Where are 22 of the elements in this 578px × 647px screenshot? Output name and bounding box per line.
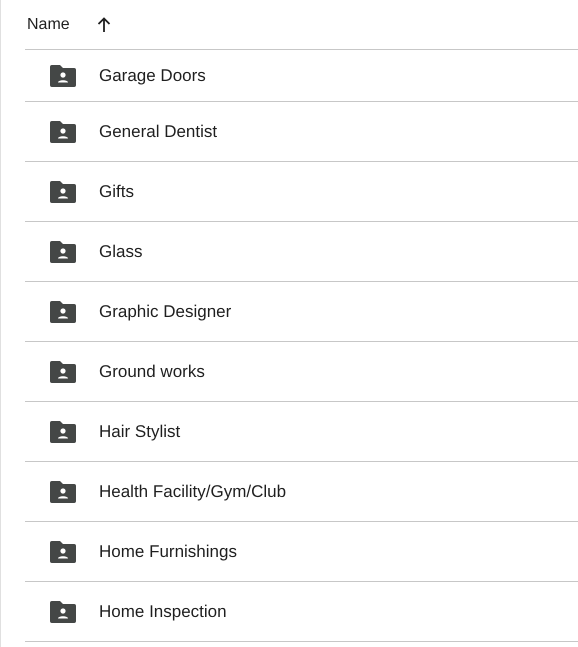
shared-folder-icon — [50, 360, 76, 382]
folder-name[interactable]: General Dentist — [99, 122, 218, 142]
shared-folder-icon — [50, 120, 76, 142]
sort-arrow-icon[interactable] — [96, 16, 112, 32]
folder-name[interactable]: Health Facility/Gym/Club — [99, 482, 286, 502]
shared-folder-icon — [50, 420, 76, 442]
folder-name[interactable]: Graphic Designer — [99, 302, 232, 322]
folder-name[interactable]: Gifts — [99, 182, 134, 202]
shared-folder-icon — [50, 600, 76, 622]
folder-name[interactable]: Glass — [99, 242, 142, 262]
column-header[interactable]: Name — [27, 16, 70, 34]
folder-name[interactable]: Home Furnishings — [99, 542, 237, 562]
shared-folder-icon — [50, 180, 76, 202]
folder-name[interactable]: Ground works — [99, 362, 205, 382]
shared-folder-icon — [50, 64, 76, 86]
shared-folder-icon — [50, 300, 76, 322]
folder-name[interactable]: Garage Doors — [99, 66, 206, 86]
folder-name[interactable]: Home Inspection — [99, 602, 227, 622]
shared-folder-icon — [50, 480, 76, 502]
shared-folder-icon — [50, 540, 76, 562]
shared-folder-icon — [50, 240, 76, 262]
folder-name[interactable]: Hair Stylist — [99, 422, 180, 442]
